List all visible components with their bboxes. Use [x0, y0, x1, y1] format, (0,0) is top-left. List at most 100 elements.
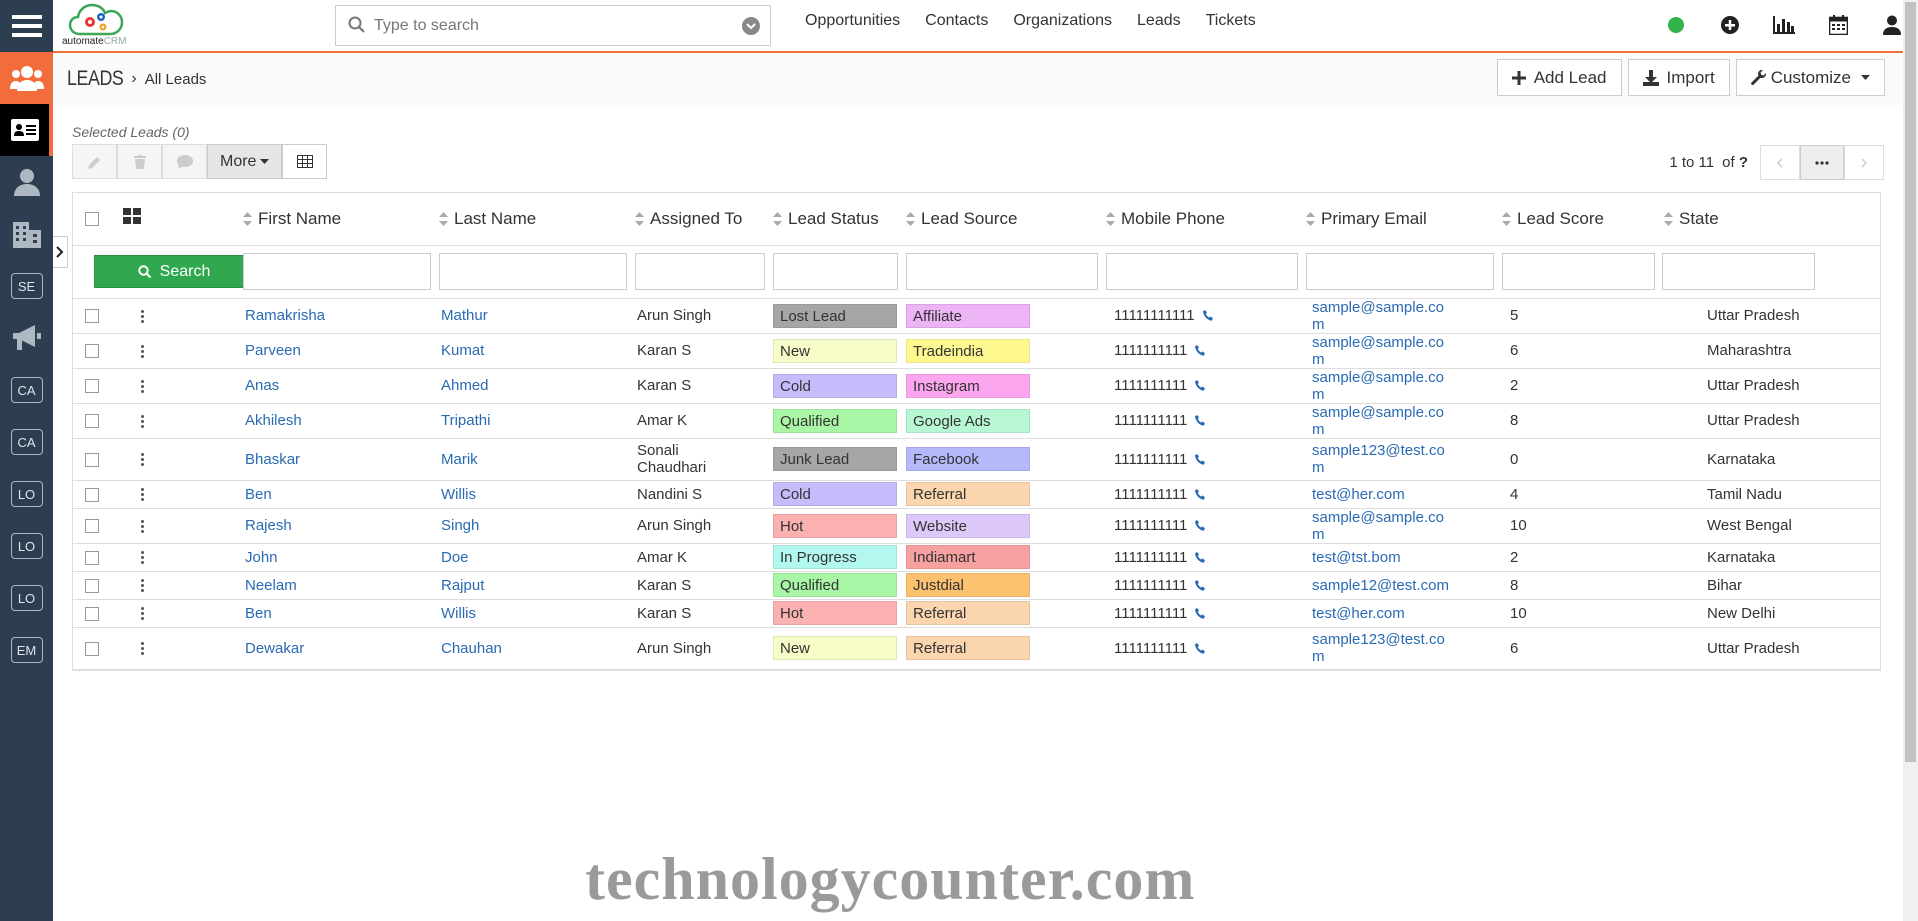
table-row[interactable]: Anas Ahmed Karan S Cold Instagram 1111111111 s… — [73, 368, 1880, 404]
filter-mobile-phone[interactable] — [1106, 253, 1298, 290]
row-actions-kebab-icon[interactable] — [141, 379, 144, 393]
page-total[interactable]: of ? — [1722, 154, 1748, 171]
sidebar-expand-toggle[interactable] — [53, 236, 68, 268]
row-checkbox[interactable] — [85, 414, 99, 429]
primary-email-link[interactable]: sample@sample.com — [1312, 404, 1452, 438]
page-scrollbar[interactable] — [1903, 0, 1918, 921]
column-header-primary-email[interactable]: Primary Email — [1304, 193, 1500, 246]
table-row[interactable]: Parveen Kumat Karan S New Tradeindia 11111111… — [73, 333, 1880, 369]
nav-organizations[interactable]: Organizations — [1013, 12, 1112, 30]
table-row[interactable]: Ramakrisha Mathur Arun Singh Lost Lead Affil… — [73, 298, 1880, 334]
phone-icon[interactable] — [1202, 310, 1213, 321]
column-layout-button[interactable] — [282, 144, 328, 179]
sidebar-item-abbr-6[interactable]: EM — [0, 624, 53, 676]
mobile-phone-value[interactable]: 1111111111 — [1114, 377, 1187, 394]
row-checkbox[interactable] — [85, 641, 99, 656]
first-name-link[interactable]: Dewakar — [245, 640, 304, 657]
scrollbar-thumb[interactable] — [1905, 2, 1916, 762]
column-header-lead-score-state[interactable]: Lead Score State — [1500, 193, 1834, 246]
phone-icon[interactable] — [1195, 380, 1206, 391]
last-name-link[interactable]: Willis — [441, 605, 476, 622]
row-checkbox[interactable] — [85, 487, 99, 502]
phone-icon[interactable] — [1195, 488, 1206, 500]
last-name-link[interactable]: Mathur — [441, 307, 488, 324]
global-search[interactable] — [335, 5, 771, 46]
row-actions-kebab-icon[interactable] — [141, 309, 144, 323]
column-header-lead-status[interactable]: Lead Status — [771, 193, 904, 246]
filter-lead-score[interactable] — [1502, 253, 1655, 290]
search-input[interactable] — [374, 14, 714, 38]
sidebar-item-abbr-0[interactable]: SE — [0, 260, 53, 312]
last-name-link[interactable]: Marik — [441, 451, 478, 468]
table-row[interactable]: Dewakar Chauhan Arun Singh New Referral 11111… — [73, 627, 1880, 670]
primary-email-link[interactable]: test@tst.bom — [1312, 549, 1401, 566]
nav-opportunities[interactable]: Opportunities — [805, 12, 900, 30]
mobile-phone-value[interactable]: 1111111111 — [1114, 605, 1187, 622]
primary-email-link[interactable]: sample123@test.com — [1312, 631, 1452, 665]
primary-email-link[interactable]: sample@sample.com — [1312, 334, 1452, 368]
row-checkbox[interactable] — [85, 379, 99, 394]
first-name-link[interactable]: Parveen — [245, 342, 301, 359]
first-name-link[interactable]: Akhilesh — [245, 412, 302, 429]
table-row[interactable]: Bhaskar Marik Sonali Chaudhari Junk Lead Fac… — [73, 438, 1880, 481]
first-name-link[interactable]: John — [245, 549, 278, 566]
table-row[interactable]: Rajesh Singh Arun Singh Hot Website 111111111… — [73, 508, 1880, 544]
column-header-last-name[interactable]: Last Name — [437, 193, 633, 246]
calendar-button[interactable] — [1827, 14, 1849, 36]
table-row[interactable]: John Doe Amar K In Progress Indiamart 1111111… — [73, 543, 1880, 572]
table-row[interactable]: Neelam Rajput Karan S Qualified Justdial 1111… — [73, 571, 1880, 600]
sidebar-item-leads[interactable] — [0, 104, 53, 156]
mobile-phone-value[interactable]: 11111111111 — [1114, 307, 1195, 324]
first-name-link[interactable]: Rajesh — [245, 517, 292, 534]
primary-email-link[interactable]: sample@sample.com — [1312, 369, 1452, 403]
last-name-link[interactable]: Chauhan — [441, 640, 502, 657]
phone-icon[interactable] — [1195, 642, 1206, 654]
phone-icon[interactable] — [1195, 520, 1206, 531]
row-actions-kebab-icon[interactable] — [141, 551, 144, 565]
filter-lead-status[interactable] — [773, 253, 898, 290]
edit-button[interactable] — [72, 144, 117, 179]
phone-icon[interactable] — [1195, 551, 1206, 563]
last-name-link[interactable]: Kumat — [441, 342, 484, 359]
filter-first-name[interactable] — [243, 253, 431, 290]
first-name-link[interactable]: Ben — [245, 605, 272, 622]
sidebar-item-abbr-2[interactable]: CA — [0, 416, 53, 468]
first-name-link[interactable]: Ramakrisha — [245, 307, 325, 324]
mobile-phone-value[interactable]: 1111111111 — [1114, 486, 1187, 503]
filter-state[interactable] — [1662, 253, 1815, 290]
table-row[interactable]: Ben Willis Nandini S Cold Referral 1111111111… — [73, 480, 1880, 509]
row-actions-kebab-icon[interactable] — [141, 344, 144, 358]
row-actions-kebab-icon[interactable] — [141, 607, 144, 621]
filter-assigned-to[interactable] — [635, 253, 765, 290]
mobile-phone-value[interactable]: 1111111111 — [1114, 517, 1187, 534]
row-actions-kebab-icon[interactable] — [141, 519, 144, 533]
quick-create-button[interactable] — [1719, 14, 1741, 36]
sidebar-item-organizations[interactable] — [0, 208, 53, 260]
phone-icon[interactable] — [1195, 607, 1206, 619]
column-header-assigned-to[interactable]: Assigned To — [633, 193, 771, 246]
first-name-link[interactable]: Bhaskar — [245, 451, 300, 468]
row-actions-kebab-icon[interactable] — [141, 453, 144, 467]
last-name-link[interactable]: Singh — [441, 517, 479, 534]
filter-lead-source[interactable] — [906, 253, 1098, 290]
last-name-link[interactable]: Tripathi — [441, 412, 490, 429]
row-checkbox[interactable] — [85, 578, 99, 593]
primary-email-link[interactable]: sample@sample.com — [1312, 299, 1452, 333]
row-checkbox[interactable] — [85, 452, 99, 467]
reports-button[interactable] — [1773, 14, 1795, 36]
delete-button[interactable] — [117, 144, 162, 179]
row-actions-kebab-icon[interactable] — [141, 642, 144, 656]
mobile-phone-value[interactable]: 1111111111 — [1114, 549, 1187, 566]
last-name-link[interactable]: Willis — [441, 486, 476, 503]
last-name-link[interactable]: Rajput — [441, 577, 484, 594]
import-button[interactable]: Import — [1627, 59, 1730, 96]
sidebar-item-abbr-4[interactable]: LO — [0, 520, 53, 572]
page-jump-button[interactable] — [1800, 145, 1844, 180]
comment-button[interactable] — [162, 144, 207, 179]
breadcrumb-module[interactable]: LEADS — [67, 67, 124, 91]
table-row[interactable]: Akhilesh Tripathi Amar K Qualified Google Ad… — [73, 403, 1880, 439]
first-name-link[interactable]: Ben — [245, 486, 272, 503]
first-name-link[interactable]: Neelam — [245, 577, 297, 594]
hamburger-menu-button[interactable] — [0, 0, 53, 52]
row-actions-kebab-icon[interactable] — [141, 579, 144, 593]
